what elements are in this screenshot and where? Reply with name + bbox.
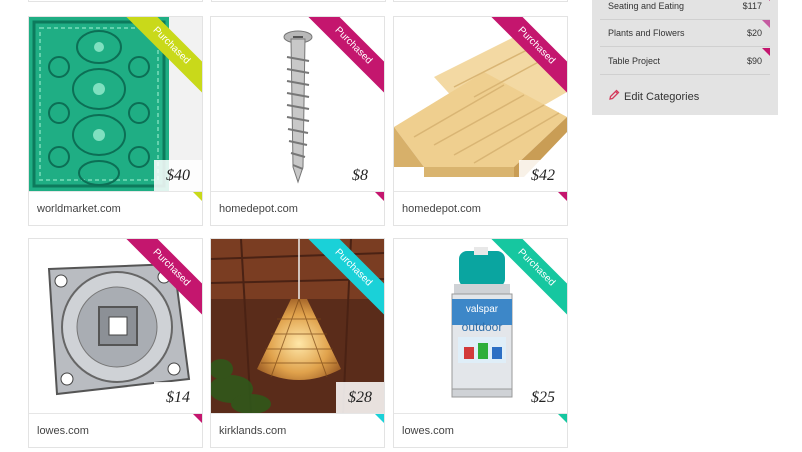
- category-amount: $20: [746, 28, 762, 38]
- category-row[interactable]: Table Project $90: [600, 48, 770, 75]
- category-flag: [375, 192, 384, 201]
- categories-sidebar: Seating and Eating $117 Plants and Flowe…: [592, 0, 778, 115]
- product-card[interactable]: Purchased $40 worldmarket.com: [28, 16, 203, 226]
- purchased-ribbon: Purchased: [298, 239, 384, 325]
- source-link[interactable]: homedepot.com: [219, 203, 298, 215]
- source-link[interactable]: worldmarket.com: [37, 203, 121, 215]
- price-tag: $14: [154, 382, 202, 413]
- purchased-ribbon: Purchased: [481, 17, 567, 103]
- category-flag: [558, 192, 567, 201]
- purchased-badge: Purchased: [120, 239, 202, 319]
- category-flag: [193, 192, 202, 201]
- product-image[interactable]: Purchased $40: [29, 17, 202, 191]
- product-image[interactable]: Purchased $28: [211, 239, 384, 413]
- category-amount: $90: [746, 56, 762, 66]
- pencil-icon: [609, 89, 620, 100]
- source-link[interactable]: lowes.com: [37, 425, 89, 437]
- source-link[interactable]: kirklands.com: [219, 425, 286, 437]
- purchased-ribbon: Purchased: [481, 239, 567, 325]
- category-flag: [558, 414, 567, 423]
- product-card[interactable]: Purchased $8 homedepot.com: [210, 16, 385, 226]
- price-tag: $40: [154, 160, 202, 191]
- category-row[interactable]: Seating and Eating $117: [600, 0, 770, 20]
- category-name: Seating and Eating: [608, 1, 685, 11]
- product-card[interactable]: Purchased $28 kirklands.com: [210, 238, 385, 448]
- product-card[interactable]: valspar outdoor Purchased $25 lowes.com: [393, 238, 568, 448]
- purchased-badge: Purchased: [485, 239, 567, 319]
- category-amount: $117: [742, 1, 762, 11]
- card-footer: homedepot.com: [394, 191, 567, 225]
- edit-categories-label: Edit Categories: [624, 91, 700, 103]
- edit-categories-link[interactable]: Edit Categories: [608, 89, 699, 103]
- product-grid: Purchased $40 worldmarket.com Purchased …: [28, 0, 572, 452]
- category-name: Plants and Flowers: [608, 28, 685, 38]
- category-flag: [762, 48, 770, 56]
- source-link[interactable]: homedepot.com: [402, 203, 481, 215]
- purchased-badge: Purchased: [485, 17, 567, 97]
- purchased-ribbon: Purchased: [116, 239, 202, 325]
- category-flag: [375, 414, 384, 423]
- price-tag: $28: [336, 382, 384, 413]
- category-flag: [193, 414, 202, 423]
- price-tag: $8: [336, 160, 384, 191]
- source-link[interactable]: lowes.com: [402, 425, 454, 437]
- category-name: Table Project: [608, 56, 661, 66]
- card-footer: worldmarket.com: [29, 191, 202, 225]
- purchased-badge: Purchased: [302, 239, 384, 319]
- category-flag: [762, 0, 770, 1]
- purchased-ribbon: Purchased: [298, 17, 384, 103]
- product-image[interactable]: Purchased $8: [211, 17, 384, 191]
- purchased-badge: Purchased: [120, 17, 202, 97]
- card-footer: lowes.com: [29, 413, 202, 447]
- product-image[interactable]: Purchased $14: [29, 239, 202, 413]
- product-image[interactable]: valspar outdoor Purchased $25: [394, 239, 567, 413]
- category-flag: [762, 20, 770, 28]
- card-footer: kirklands.com: [211, 413, 384, 447]
- price-tag: $25: [519, 382, 567, 413]
- purchased-badge: Purchased: [302, 17, 384, 97]
- price-tag: $42: [519, 160, 567, 191]
- product-card[interactable]: Purchased $42 homedepot.com: [393, 16, 568, 226]
- category-row[interactable]: Plants and Flowers $20: [600, 20, 770, 47]
- card-footer: lowes.com: [394, 413, 567, 447]
- purchased-ribbon: Purchased: [116, 17, 202, 103]
- product-card[interactable]: Purchased $14 lowes.com: [28, 238, 203, 448]
- card-footer: homedepot.com: [211, 191, 384, 225]
- product-image[interactable]: Purchased $42: [394, 17, 567, 191]
